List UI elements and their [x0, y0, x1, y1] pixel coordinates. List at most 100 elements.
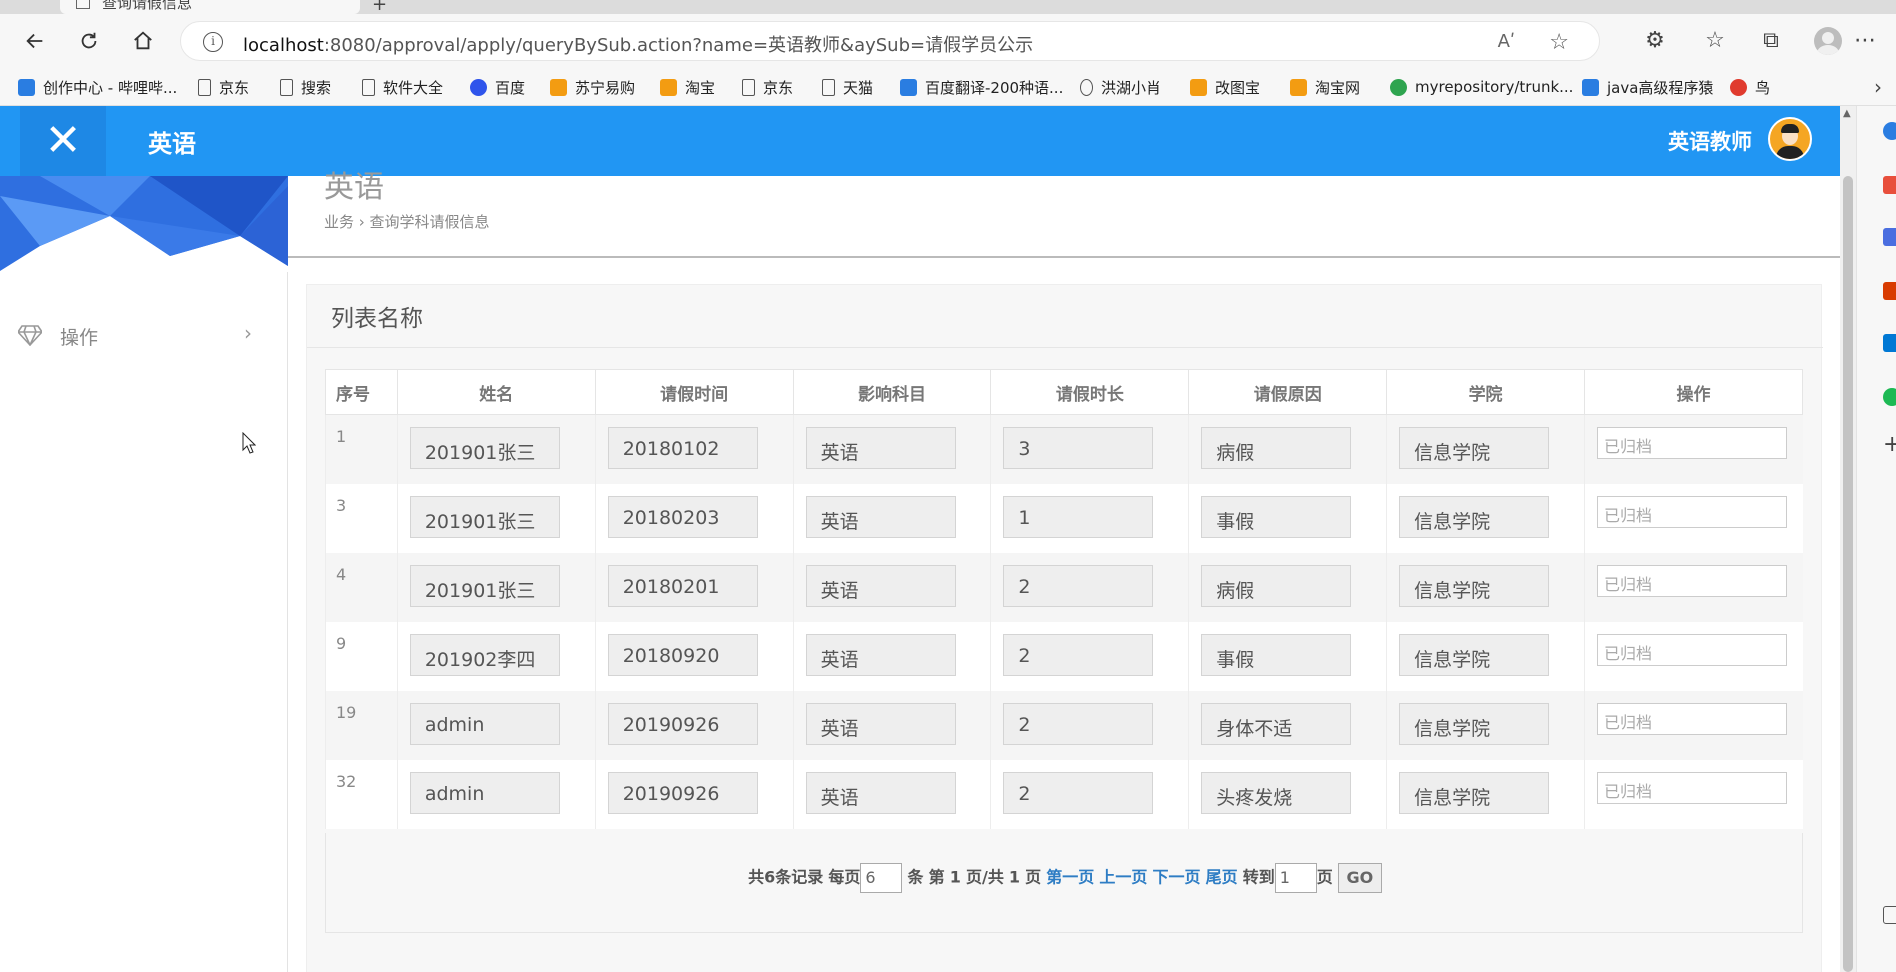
row-index: 3	[325, 483, 398, 553]
col-header-index: 序号	[325, 369, 398, 415]
date-field: 20180920	[607, 633, 758, 676]
goto-page-input[interactable]: 1	[1274, 863, 1317, 893]
status-field[interactable]: 已归档	[1597, 633, 1787, 666]
row-index: 9	[325, 621, 398, 691]
refresh-icon[interactable]	[72, 24, 106, 58]
bookmark-item[interactable]: 创作中心 - 哔哩哔...	[18, 75, 177, 99]
user-name[interactable]: 英语教师	[1668, 126, 1752, 156]
favorites-star-icon[interactable]: ☆	[1700, 26, 1730, 56]
col-header-reason: 请假原因	[1188, 369, 1388, 415]
total-records: 共6条记录	[748, 867, 824, 887]
mouse-cursor-icon	[242, 432, 256, 454]
bookmark-item[interactable]: 改图宝	[1190, 75, 1260, 99]
bird-red-icon	[1730, 78, 1747, 96]
page-icon	[198, 78, 211, 96]
page-title: 英语	[324, 170, 384, 205]
search-icon[interactable]	[1883, 122, 1896, 140]
bookmark-item[interactable]: 京东	[198, 75, 249, 99]
more-menu-icon[interactable]: ⋯	[1850, 26, 1880, 56]
bookmark-item[interactable]: 洪湖小肖	[1080, 75, 1161, 99]
status-field[interactable]: 已归档	[1597, 427, 1787, 459]
sidebar-collapse-icon[interactable]	[1883, 906, 1896, 924]
app-viewport: ✕ 英语 英语教师 操作 › 英语 业务 › 查询学科请假信息 列表名称 序号 …	[0, 106, 1856, 972]
profile-avatar-icon[interactable]	[1814, 27, 1842, 55]
bird-icon	[1080, 78, 1093, 96]
bookmark-item[interactable]: 百度	[470, 75, 525, 99]
next-page-link[interactable]: 下一页	[1152, 868, 1200, 887]
bookmark-item[interactable]: 淘宝网	[1290, 75, 1360, 99]
extensions-puzzle-icon[interactable]: ⚙	[1640, 26, 1670, 56]
last-page-link[interactable]: 尾页	[1206, 868, 1238, 887]
bookmark-item[interactable]: 百度翻译-200种语...	[900, 75, 1063, 99]
subject-field: 英语	[805, 427, 956, 469]
taobao-icon	[1290, 78, 1307, 96]
breadcrumb: 业务 › 查询学科请假信息	[324, 213, 490, 231]
college-field: 信息学院	[1399, 771, 1550, 814]
date-field: 20180201	[607, 564, 758, 607]
per-page-input[interactable]: 6	[860, 863, 903, 893]
outlook-icon[interactable]	[1883, 334, 1896, 352]
bookmark-item[interactable]: 京东	[742, 75, 793, 99]
first-page-link[interactable]: 第一页	[1046, 868, 1094, 887]
browser-tab[interactable]: 查询请假信息	[60, 0, 360, 14]
address-url[interactable]: localhost:8080/approval/apply/queryBySub…	[243, 31, 1033, 57]
bookmark-item[interactable]: 苏宁易购	[550, 75, 635, 99]
leave-table: 序号 姓名 请假时间 影响科目 请假时长 请假原因 学院 操作 1 201901…	[325, 369, 1803, 829]
sidebar-item-operations[interactable]: 操作 ›	[0, 312, 288, 358]
taobao-icon	[660, 78, 677, 96]
reason-field: 身体不适	[1201, 702, 1352, 745]
table-row: 3 201901张三 20180203 英语 1 事假 信息学院 已归档	[325, 483, 1803, 553]
site-info-icon[interactable]: i	[203, 32, 223, 52]
subject-field: 英语	[805, 633, 956, 676]
scroll-up-arrow-icon[interactable]: ▲	[1843, 108, 1851, 119]
status-field[interactable]: 已归档	[1597, 495, 1787, 528]
user-avatar[interactable]	[1768, 117, 1812, 161]
status-field[interactable]: 已归档	[1597, 702, 1787, 735]
bookmark-item[interactable]: myrepository/trunk...	[1390, 75, 1573, 99]
date-field: 20180203	[607, 495, 758, 538]
back-arrow-icon[interactable]	[18, 24, 52, 58]
table-row: 1 201901张三 20180102 英语 3 病假 信息学院 已归档	[325, 414, 1803, 484]
tools-icon[interactable]	[1883, 228, 1896, 246]
row-index: 32	[325, 759, 398, 829]
list-panel: 列表名称 序号 姓名 请假时间 影响科目 请假时长 请假原因 学院 操作 1 2…	[306, 284, 1823, 972]
page-separator: 页/共	[965, 867, 1004, 887]
diamond-icon	[18, 325, 42, 346]
browser-toolbar: i localhost:8080/approval/apply/queryByS…	[0, 14, 1896, 68]
address-bar[interactable]: i localhost:8080/approval/apply/queryByS…	[180, 21, 1600, 61]
prev-page-link[interactable]: 上一页	[1099, 868, 1147, 887]
spotify-icon[interactable]	[1883, 388, 1896, 406]
collections-icon[interactable]: ⧉	[1756, 26, 1786, 56]
reason-field: 事假	[1201, 633, 1352, 676]
page-scrollbar[interactable]: ▲	[1840, 106, 1856, 972]
shopping-icon[interactable]	[1883, 176, 1896, 194]
bookmark-item[interactable]: 淘宝	[660, 75, 715, 99]
scrollbar-thumb[interactable]	[1843, 176, 1853, 972]
new-tab-plus-icon[interactable]: +	[372, 0, 387, 15]
col-header-operation: 操作	[1584, 369, 1803, 415]
college-field: 信息学院	[1399, 427, 1550, 469]
bookmark-item[interactable]: java高级程序猿	[1582, 75, 1713, 99]
row-index: 4	[325, 552, 398, 622]
bookmark-item[interactable]: 软件大全	[362, 75, 443, 99]
duration-field: 2	[1003, 771, 1154, 814]
page-unit: 页	[1025, 867, 1042, 887]
status-field[interactable]: 已归档	[1597, 771, 1787, 804]
edge-sidebar: +	[1856, 106, 1896, 972]
bookmarks-overflow-chevron-icon[interactable]: ›	[1874, 75, 1882, 99]
subject-field: 英语	[805, 564, 956, 607]
sidebar-item-label: 操作	[60, 327, 99, 349]
subject-field: 英语	[805, 771, 956, 814]
page-icon	[280, 78, 293, 96]
office-icon[interactable]	[1883, 282, 1896, 300]
read-aloud-icon[interactable]: Aʹ	[1498, 31, 1515, 52]
bookmark-item[interactable]: 天猫	[822, 75, 873, 99]
home-icon[interactable]	[126, 24, 160, 58]
bookmark-item[interactable]: 鸟	[1730, 75, 1770, 99]
status-field[interactable]: 已归档	[1597, 564, 1787, 597]
close-icon[interactable]: ✕	[20, 106, 106, 176]
bookmark-item[interactable]: 搜索	[280, 75, 331, 99]
add-favorite-star-icon[interactable]: ☆	[1549, 30, 1569, 55]
go-button[interactable]: GO	[1337, 863, 1382, 893]
add-plus-icon[interactable]: +	[1883, 434, 1896, 456]
